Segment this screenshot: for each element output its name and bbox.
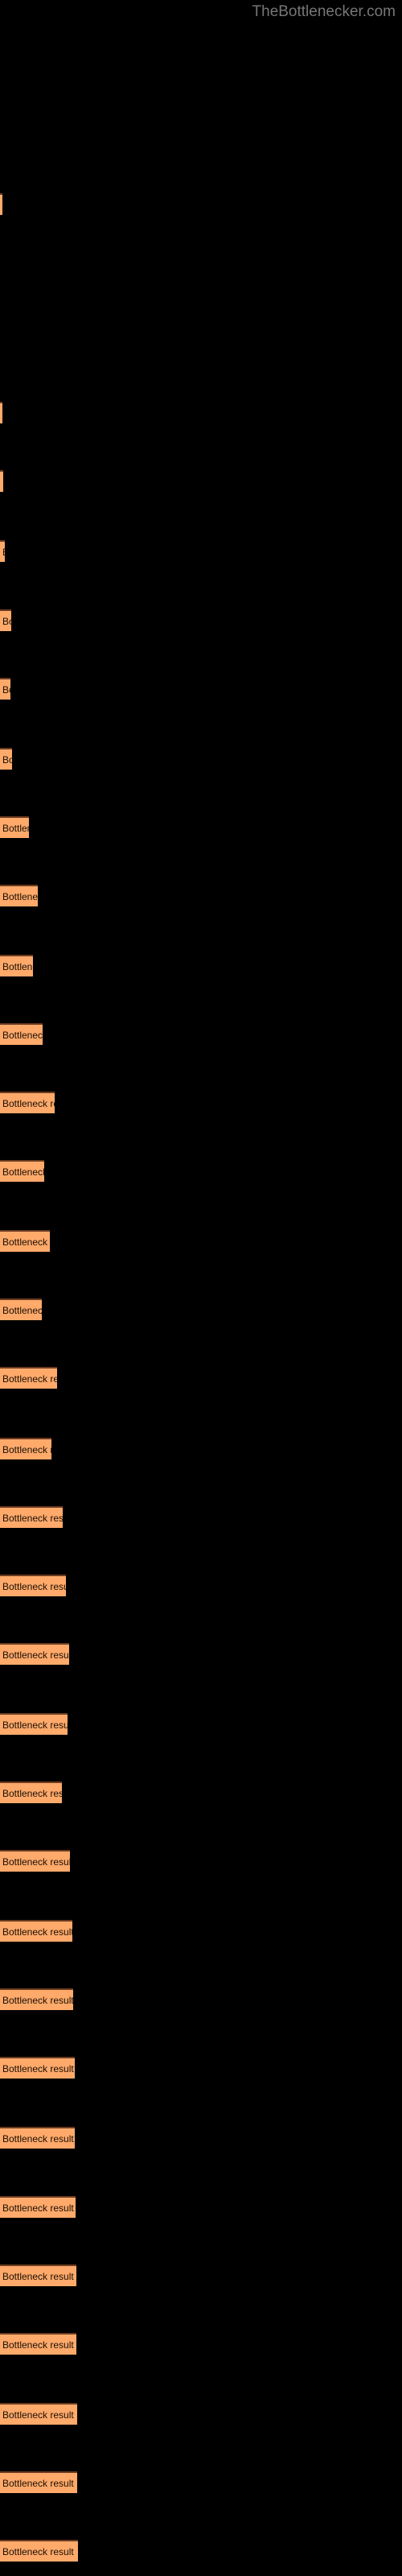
bar-bottleneck-result: Bottleneck result (0, 540, 5, 562)
bar-label: Bottleneck result (2, 2545, 74, 2557)
bar-bottleneck-result: Bottleneck result (0, 955, 33, 976)
bar-label: Bottleneck result (2, 1512, 63, 1524)
bar-label: Bottleneck result (2, 1994, 73, 2006)
bar-label: Bottleneck result (2, 1029, 43, 1041)
bar-label: Bottleneck result (2, 1787, 62, 1799)
bar-label: Bottleneck result (2, 2409, 74, 2421)
bar-label: Bottleneck result (2, 683, 10, 696)
bar-label: Bottleneck result (2, 615, 11, 627)
bar-label: Bottleneck result (2, 890, 38, 902)
bar-label: Bottleneck result (2, 477, 3, 487)
bar-label: Bottleneck result (2, 547, 5, 557)
bar-label: Bottleneck result (2, 1719, 68, 1731)
bar-bottleneck-result: Bottleneck result (0, 1575, 66, 1596)
bar-bottleneck-result: Bottleneck result (0, 1988, 73, 2010)
bar-label: Bottleneck result (2, 1166, 44, 1178)
bar-label: Bottleneck result (2, 2062, 74, 2074)
bar-label: Bottleneck result (2, 1304, 42, 1316)
bar-label: Bottleneck result (2, 2270, 74, 2282)
bar-label: Bottleneck result (2, 2477, 74, 2489)
bar-label: Bottleneck result (2, 1236, 50, 1248)
bar-bottleneck-result: Bottleneck result (0, 470, 3, 492)
bar-label: Bottleneck result (2, 1580, 66, 1592)
bar-label: Bottleneck result (2, 2132, 74, 2145)
bar-bottleneck-result: Bottleneck result (0, 2403, 77, 2425)
bar-bottleneck-result: Bottleneck result (0, 2333, 76, 2355)
bar-bottleneck-result: Bottleneck result (0, 2057, 75, 2079)
bar-bottleneck-result: Bottleneck result (0, 402, 2, 423)
bar-bottleneck-result: Bottleneck result (0, 2127, 75, 2149)
bar-bottleneck-result: Bottleneck result (0, 1092, 55, 1113)
bar-label: Bottleneck result (2, 1649, 69, 1661)
bar-label: Bottleneck result (2, 1856, 70, 1868)
bar-bottleneck-result: Bottleneck result (0, 2196, 76, 2218)
bar-bottleneck-result: Bottleneck result (0, 609, 11, 631)
bar-bottleneck-result: Bottleneck result (0, 1367, 57, 1389)
bar-label: Bottleneck result (2, 753, 12, 766)
bar-bottleneck-result: Bottleneck result (0, 1781, 62, 1803)
bar-bottleneck-result: Bottleneck result (0, 2264, 76, 2286)
bar-label: Bottleneck result (2, 2339, 74, 2351)
bar-bottleneck-result: Bottleneck result (0, 1713, 68, 1735)
bar-bottleneck-result: Bottleneck result (0, 1298, 42, 1320)
bar-bottleneck-result: Bottleneck result (0, 1920, 72, 1942)
bar-bottleneck-result: Bottleneck result (0, 678, 10, 700)
bar-bottleneck-result: Bottleneck result (0, 193, 2, 215)
bar-label: Bottleneck result (2, 1443, 51, 1455)
bar-label: Bottleneck result (2, 1097, 55, 1109)
bar-bottleneck-result: Bottleneck result (0, 748, 12, 770)
bar-label: Bottleneck result (2, 1926, 72, 1938)
bar-bottleneck-result: Bottleneck result (0, 1230, 50, 1252)
bar-label: Bottleneck result (2, 2202, 74, 2214)
bar-bottleneck-result: Bottleneck result (0, 2471, 77, 2493)
bar-bottleneck-result: Bottleneck result (0, 816, 29, 838)
bar-bottleneck-result: Bottleneck result (0, 885, 38, 906)
bar-bottleneck-result: Bottleneck result (0, 1438, 51, 1459)
bar-label: Bottleneck result (2, 1373, 57, 1385)
bar-bottleneck-result: Bottleneck result (0, 2540, 78, 2562)
bar-label: Bottleneck result (2, 822, 29, 834)
bar-bottleneck-result: Bottleneck result (0, 1643, 69, 1665)
bar-bottleneck-result: Bottleneck result (0, 1506, 63, 1528)
bottleneck-bar-chart: Bottleneck result Bottleneck result Bottle… (0, 0, 402, 2576)
bar-bottleneck-result: Bottleneck result (0, 1850, 70, 1872)
bar-bottleneck-result: Bottleneck result (0, 1160, 44, 1182)
bar-label: Bottleneck result (2, 960, 33, 972)
bar-bottleneck-result: Bottleneck result (0, 1023, 43, 1045)
